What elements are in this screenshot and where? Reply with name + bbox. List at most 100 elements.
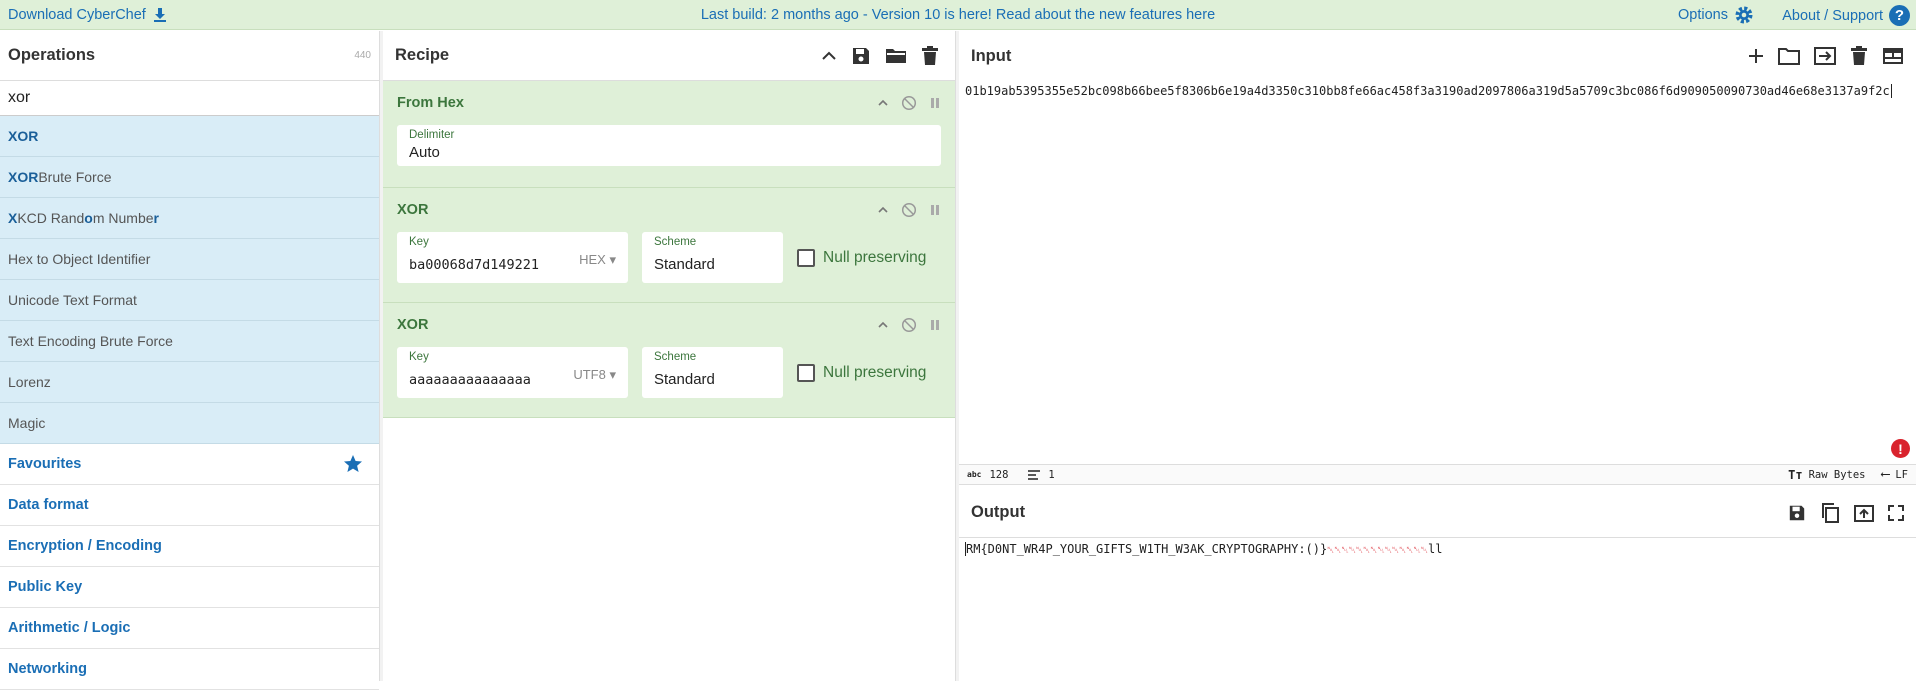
op-result-text-encoding-brute-force[interactable]: Text Encoding Brute Force <box>0 321 379 362</box>
operations-title: Operations <box>8 46 95 65</box>
checkbox-box <box>797 364 815 382</box>
delimiter-field[interactable]: Delimiter Auto <box>397 125 941 166</box>
operations-count: 440 <box>354 50 371 61</box>
category-arithmetic-logic[interactable]: Arithmetic / Logic <box>0 608 379 649</box>
key-label: Key <box>409 351 429 363</box>
chevron-up-icon[interactable] <box>877 319 889 331</box>
op-label-match: XOR <box>8 169 38 185</box>
category-data-format[interactable]: Data format <box>0 485 379 526</box>
op-result-xor-brute-force[interactable]: XOR Brute Force <box>0 157 379 198</box>
star-icon <box>343 454 363 474</box>
scheme-dropdown[interactable]: Scheme Standard <box>642 347 783 398</box>
line-count-icon <box>1028 470 1040 480</box>
pause-step-icon[interactable] <box>929 97 941 109</box>
options-button[interactable]: Options <box>1678 5 1754 25</box>
key-format-dropdown[interactable]: HEX ▾ <box>579 252 616 268</box>
caret-down-icon: ▾ <box>609 367 616 382</box>
op-label: Hex to Object Identifier <box>8 251 150 267</box>
add-input-icon[interactable] <box>1748 48 1764 64</box>
open-file-icon[interactable] <box>1814 47 1836 65</box>
input-title: Input <box>971 47 1011 66</box>
chevron-up-icon[interactable] <box>877 97 889 109</box>
build-notice-link[interactable]: Last build: 2 months ago - Version 10 is… <box>0 7 1916 23</box>
eol-selector[interactable]: ⟵ LF <box>1882 467 1908 482</box>
help-icon: ? <box>1889 5 1910 26</box>
category-label: Favourites <box>8 456 81 472</box>
operations-search-input[interactable]: xor <box>0 81 379 116</box>
scheme-label: Scheme <box>654 351 696 363</box>
recipe-step-xor-2[interactable]: XOR Key aaaaaaaaaaaaaaa UTF8 ▾ Scheme St… <box>383 303 955 418</box>
warning-icon[interactable]: ! <box>1891 439 1910 458</box>
op-result-unicode-text-format[interactable]: Unicode Text Format <box>0 280 379 321</box>
layout-icon[interactable] <box>1882 47 1904 65</box>
key-field[interactable]: Key ba00068d7d149221 HEX ▾ <box>397 232 628 283</box>
chevron-up-icon[interactable] <box>877 204 889 216</box>
key-format-value: UTF8 <box>573 367 606 382</box>
encoding-value: Raw Bytes <box>1809 469 1866 481</box>
key-format-dropdown[interactable]: UTF8 ▾ <box>573 367 616 383</box>
scheme-label: Scheme <box>654 236 696 248</box>
line-count: 1 <box>1048 469 1054 481</box>
text-cursor: ​ <box>1891 84 1892 98</box>
op-label: XOR <box>8 128 38 144</box>
disable-step-icon[interactable] <box>901 317 917 333</box>
recipe-header: Recipe <box>383 31 955 81</box>
options-label: Options <box>1678 7 1728 23</box>
top-banner: Download CyberChef Last build: 2 months … <box>0 0 1916 30</box>
clear-input-trash-icon[interactable] <box>1850 46 1868 66</box>
output-header: Output <box>959 488 1916 538</box>
category-encryption-encoding[interactable]: Encryption / Encoding <box>0 526 379 567</box>
save-output-icon[interactable] <box>1788 504 1806 522</box>
output-tail: ll <box>1428 542 1442 556</box>
null-preserving-label: Null preserving <box>823 249 926 267</box>
op-label: Lorenz <box>8 374 51 390</box>
gear-icon <box>1734 5 1754 25</box>
null-preserving-checkbox[interactable]: Null preserving <box>797 249 926 267</box>
output-textarea[interactable]: ​RM{D0NT_WR4P_YOUR_GIFTS_W1TH_W3AK_CRYPT… <box>965 542 1443 556</box>
chevron-up-icon[interactable] <box>821 48 837 64</box>
replace-input-icon[interactable] <box>1854 503 1874 523</box>
disable-step-icon[interactable] <box>901 95 917 111</box>
pause-step-icon[interactable] <box>929 204 941 216</box>
about-support-button[interactable]: About / Support ? <box>1782 5 1910 26</box>
op-label-match: o <box>84 210 93 226</box>
open-folder-icon[interactable] <box>1778 47 1800 65</box>
category-networking[interactable]: Networking <box>0 649 379 690</box>
text-format-icon: Tт <box>1788 468 1802 482</box>
input-textarea[interactable]: 01b19ab5395355e52bc098b66bee5f8306b6e19a… <box>965 81 1910 101</box>
key-format-value: HEX <box>579 252 606 267</box>
recipe-step-from-hex[interactable]: From Hex Delimiter Auto <box>383 81 955 188</box>
save-recipe-icon[interactable] <box>851 46 871 66</box>
output-null-chars: ␀␀␀␀␀␀␀␀␀␀␀␀␀␀ <box>1327 546 1428 556</box>
op-result-magic[interactable]: Magic <box>0 403 379 444</box>
op-label: KCD Rand <box>17 210 84 226</box>
maximise-icon[interactable] <box>1888 505 1904 521</box>
op-label-match: r <box>154 210 159 226</box>
null-preserving-checkbox[interactable]: Null preserving <box>797 364 926 382</box>
operations-header: Operations 440 <box>0 31 379 81</box>
op-result-lorenz[interactable]: Lorenz <box>0 362 379 403</box>
op-result-hex-to-object-identifier[interactable]: Hex to Object Identifier <box>0 239 379 280</box>
operations-result-list: XOR XOR Brute Force XKCD Random Number H… <box>0 116 379 444</box>
key-field[interactable]: Key aaaaaaaaaaaaaaa UTF8 ▾ <box>397 347 628 398</box>
disable-step-icon[interactable] <box>901 202 917 218</box>
encoding-selector[interactable]: Tт Raw Bytes <box>1788 468 1865 482</box>
load-recipe-folder-icon[interactable] <box>885 46 907 66</box>
op-result-xor[interactable]: XOR <box>0 116 379 157</box>
category-favourites[interactable]: Favourites <box>0 444 379 485</box>
null-preserving-label: Null preserving <box>823 364 926 382</box>
op-result-xkcd-random-number[interactable]: XKCD Random Number <box>0 198 379 239</box>
copy-output-icon[interactable] <box>1820 503 1840 523</box>
op-label: Text Encoding Brute Force <box>8 333 173 349</box>
input-header: Input <box>959 31 1916 81</box>
clear-recipe-trash-icon[interactable] <box>921 46 939 66</box>
about-label: About / Support <box>1782 8 1883 24</box>
recipe-step-xor-1[interactable]: XOR Key ba00068d7d149221 HEX ▾ Scheme St… <box>383 188 955 303</box>
pause-step-icon[interactable] <box>929 319 941 331</box>
key-value: ba00068d7d149221 <box>409 257 539 273</box>
step-title: XOR <box>397 202 428 218</box>
delimiter-label: Delimiter <box>409 129 454 141</box>
scheme-dropdown[interactable]: Scheme Standard <box>642 232 783 283</box>
char-count-icon: abc <box>967 470 981 479</box>
category-public-key[interactable]: Public Key <box>0 567 379 608</box>
